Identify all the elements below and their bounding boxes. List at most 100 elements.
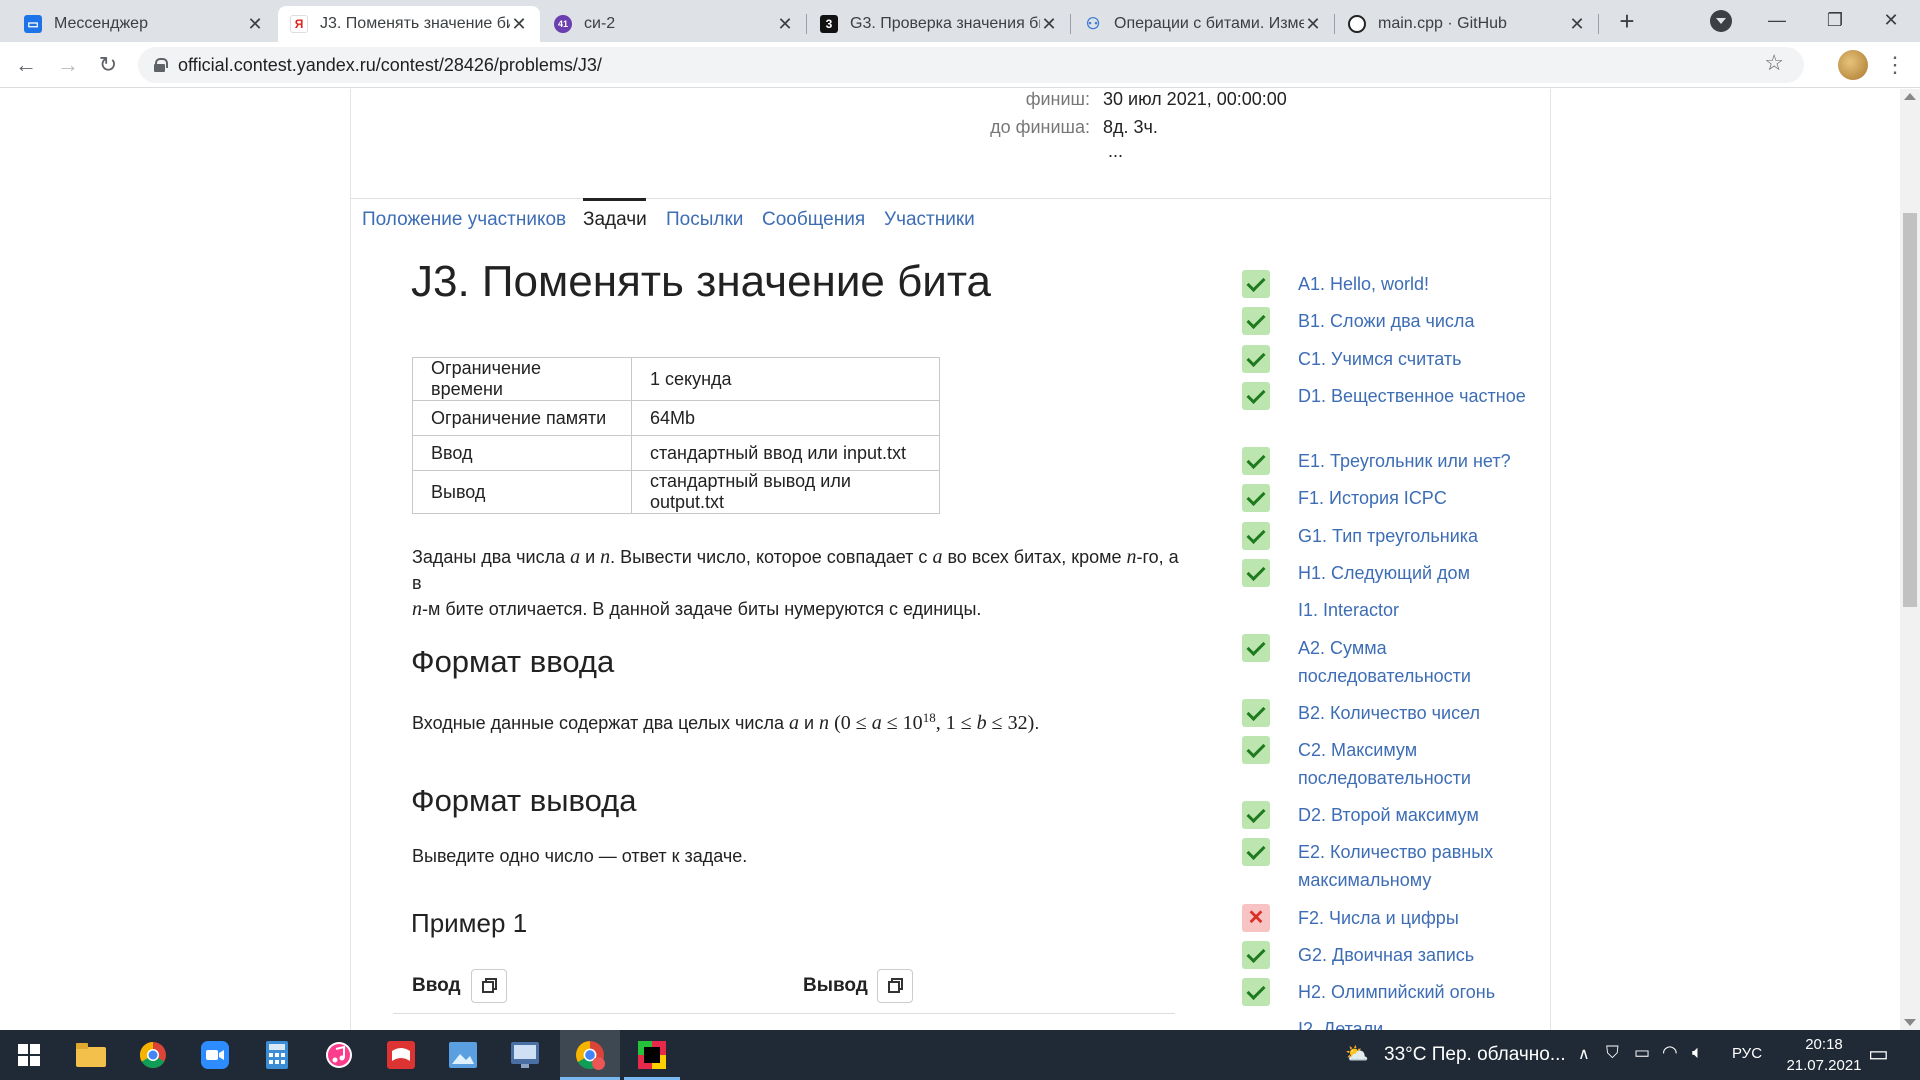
chrome-icon[interactable] bbox=[136, 1038, 170, 1072]
math-n: n bbox=[1126, 546, 1137, 568]
chrome-dev-icon[interactable] bbox=[573, 1038, 607, 1072]
tab-problem[interactable]: Я J3. Поменять значение бит ✕ bbox=[278, 6, 540, 42]
problem-link[interactable]: C2. Максимум последовательности bbox=[1298, 736, 1538, 792]
github-icon bbox=[1348, 15, 1366, 33]
tab-problems[interactable]: Задачи bbox=[583, 209, 647, 231]
math: (0 ≤ bbox=[834, 712, 872, 734]
scroll-down-icon[interactable] bbox=[1904, 1019, 1916, 1026]
new-tab-button[interactable]: + bbox=[1612, 6, 1642, 36]
problem-link[interactable]: D1. Вещественное частное bbox=[1298, 382, 1538, 410]
copy-output-button[interactable] bbox=[877, 969, 913, 1003]
close-icon[interactable]: ✕ bbox=[1568, 14, 1586, 35]
problem-link[interactable]: E1. Треугольник или нет? bbox=[1298, 447, 1538, 475]
zoom-icon[interactable] bbox=[198, 1038, 232, 1072]
window-close-button[interactable]: ✕ bbox=[1862, 0, 1920, 42]
volume-icon[interactable]: 🔈︎ bbox=[1692, 1042, 1703, 1063]
url-text[interactable]: official.contest.yandex.ru/contest/28426… bbox=[178, 55, 602, 76]
profile-avatar[interactable] bbox=[1838, 50, 1868, 80]
minimize-button[interactable]: — bbox=[1748, 0, 1806, 42]
address-bar[interactable]: official.contest.yandex.ru/contest/28426… bbox=[138, 47, 1804, 83]
back-arrow-icon[interactable]: ← bbox=[12, 51, 40, 79]
page-scrollbar[interactable] bbox=[1900, 89, 1920, 1030]
calculator-icon[interactable] bbox=[260, 1038, 294, 1072]
menu-icon[interactable]: ⋮ bbox=[1884, 52, 1906, 78]
wifi-icon[interactable]: ◠ bbox=[1662, 1042, 1678, 1063]
tab-separator bbox=[1334, 14, 1335, 34]
problem-link[interactable]: B1. Сложи два числа bbox=[1298, 307, 1538, 335]
copy-icon bbox=[482, 981, 494, 993]
problem-link[interactable]: F1. История ICPC bbox=[1298, 484, 1538, 512]
active-tab-indicator bbox=[583, 198, 646, 201]
language-indicator[interactable]: РУС bbox=[1732, 1045, 1762, 1062]
file-explorer-icon[interactable] bbox=[74, 1038, 108, 1072]
tab-g3[interactable]: 3 G3. Проверка значения би ✕ bbox=[808, 6, 1070, 42]
input-format-heading: Формат ввода bbox=[411, 644, 615, 679]
close-icon[interactable]: ✕ bbox=[246, 14, 264, 35]
tab-standings[interactable]: Положение участников bbox=[362, 209, 566, 231]
scroll-thumb[interactable] bbox=[1903, 213, 1917, 607]
problem-link[interactable]: H1. Следующий дом bbox=[1298, 559, 1538, 587]
check-icon bbox=[1242, 447, 1270, 475]
weather-icon[interactable]: ⛅ bbox=[1345, 1042, 1369, 1066]
tab-si2[interactable]: 41 си-2 ✕ bbox=[542, 6, 806, 42]
bookmark-star-icon[interactable]: ☆ bbox=[1764, 50, 1784, 76]
problem-link[interactable]: B2. Количество чисел bbox=[1298, 699, 1538, 727]
problem-link[interactable]: I1. Interactor bbox=[1298, 596, 1538, 624]
check-icon bbox=[1242, 307, 1270, 335]
problem-link[interactable]: E2. Количество равных максимальному bbox=[1298, 838, 1538, 894]
close-icon[interactable]: ✕ bbox=[510, 14, 528, 35]
problem-link[interactable]: G2. Двоичная запись bbox=[1298, 941, 1538, 969]
windows-start-icon[interactable] bbox=[12, 1038, 46, 1072]
problem-link[interactable]: F2. Числа и цифры bbox=[1298, 904, 1538, 932]
close-icon[interactable]: ✕ bbox=[1304, 14, 1322, 35]
math-exponent: 18 bbox=[922, 710, 936, 725]
tab-bit-ops[interactable]: ⚇ Операции с битами. Измен ✕ bbox=[1072, 6, 1334, 42]
photos-icon[interactable] bbox=[446, 1038, 480, 1072]
wps-office-icon[interactable] bbox=[384, 1038, 418, 1072]
problem-link[interactable]: A1. Hello, world! bbox=[1298, 270, 1538, 298]
check-icon bbox=[1242, 634, 1270, 662]
text: . Вывести число, которое совпадает с bbox=[610, 547, 933, 567]
problem-link[interactable]: G1. Тип треугольника bbox=[1298, 522, 1538, 550]
jetbrains-icon[interactable] bbox=[635, 1038, 669, 1072]
copy-input-button[interactable] bbox=[471, 969, 507, 1003]
check-icon bbox=[1242, 838, 1270, 866]
tab-participants[interactable]: Участники bbox=[884, 209, 975, 231]
reload-icon[interactable]: ↻ bbox=[94, 51, 122, 79]
problem-link[interactable]: A2. Сумма последовательности bbox=[1298, 634, 1538, 690]
chat-icon: 41 bbox=[554, 15, 572, 33]
problem-link[interactable]: D2. Второй максимум bbox=[1298, 801, 1538, 829]
problem-link[interactable]: H2. Олимпийский огонь bbox=[1298, 978, 1538, 1006]
clock[interactable]: 20:18 21.07.2021 bbox=[1778, 1034, 1870, 1076]
lock-icon[interactable] bbox=[154, 58, 168, 72]
security-icon[interactable]: ⛉ bbox=[1606, 1043, 1619, 1063]
forward-arrow-icon[interactable]: → bbox=[54, 51, 82, 79]
problem-link[interactable]: C1. Учимся считать bbox=[1298, 345, 1538, 373]
battery-icon[interactable]: ▭ bbox=[1634, 1043, 1650, 1063]
check-icon bbox=[1242, 699, 1270, 727]
problem-link[interactable]: I2. Детали bbox=[1298, 1015, 1538, 1030]
tab-search-icon[interactable] bbox=[1710, 10, 1732, 32]
limits-table: Ограничение времени 1 секунда Ограничени… bbox=[412, 357, 940, 514]
check-icon bbox=[1242, 484, 1270, 512]
maximize-button[interactable]: ❐ bbox=[1806, 0, 1864, 42]
itunes-icon[interactable] bbox=[322, 1038, 356, 1072]
example-heading: Пример 1 bbox=[411, 908, 528, 938]
close-icon[interactable]: ✕ bbox=[1040, 14, 1058, 35]
check-icon bbox=[1242, 382, 1270, 410]
taskbar: ⛅ 33°C Пер. облачно... ∧ ⛉ ▭ ◠ 🔈︎ РУС 20… bbox=[0, 1030, 1920, 1080]
text: и bbox=[798, 713, 820, 733]
system-app-icon[interactable] bbox=[508, 1038, 542, 1072]
tab-messages[interactable]: Сообщения bbox=[762, 209, 865, 231]
limit-key: Вывод bbox=[412, 470, 632, 514]
math-a: a bbox=[932, 546, 943, 568]
more-ellipsis[interactable]: ... bbox=[1108, 141, 1123, 162]
tab-submissions[interactable]: Посылки bbox=[666, 209, 743, 231]
tab-github[interactable]: main.cpp · GitHub ✕ bbox=[1336, 6, 1598, 42]
chevron-up-icon[interactable]: ∧ bbox=[1578, 1044, 1590, 1064]
notifications-icon[interactable]: ▭ bbox=[1868, 1041, 1889, 1067]
scroll-up-icon[interactable] bbox=[1904, 93, 1916, 100]
weather-text[interactable]: 33°C Пер. облачно... bbox=[1384, 1044, 1566, 1066]
close-icon[interactable]: ✕ bbox=[776, 14, 794, 35]
tab-messenger[interactable]: ▭ Мессенджер ✕ bbox=[12, 6, 276, 42]
